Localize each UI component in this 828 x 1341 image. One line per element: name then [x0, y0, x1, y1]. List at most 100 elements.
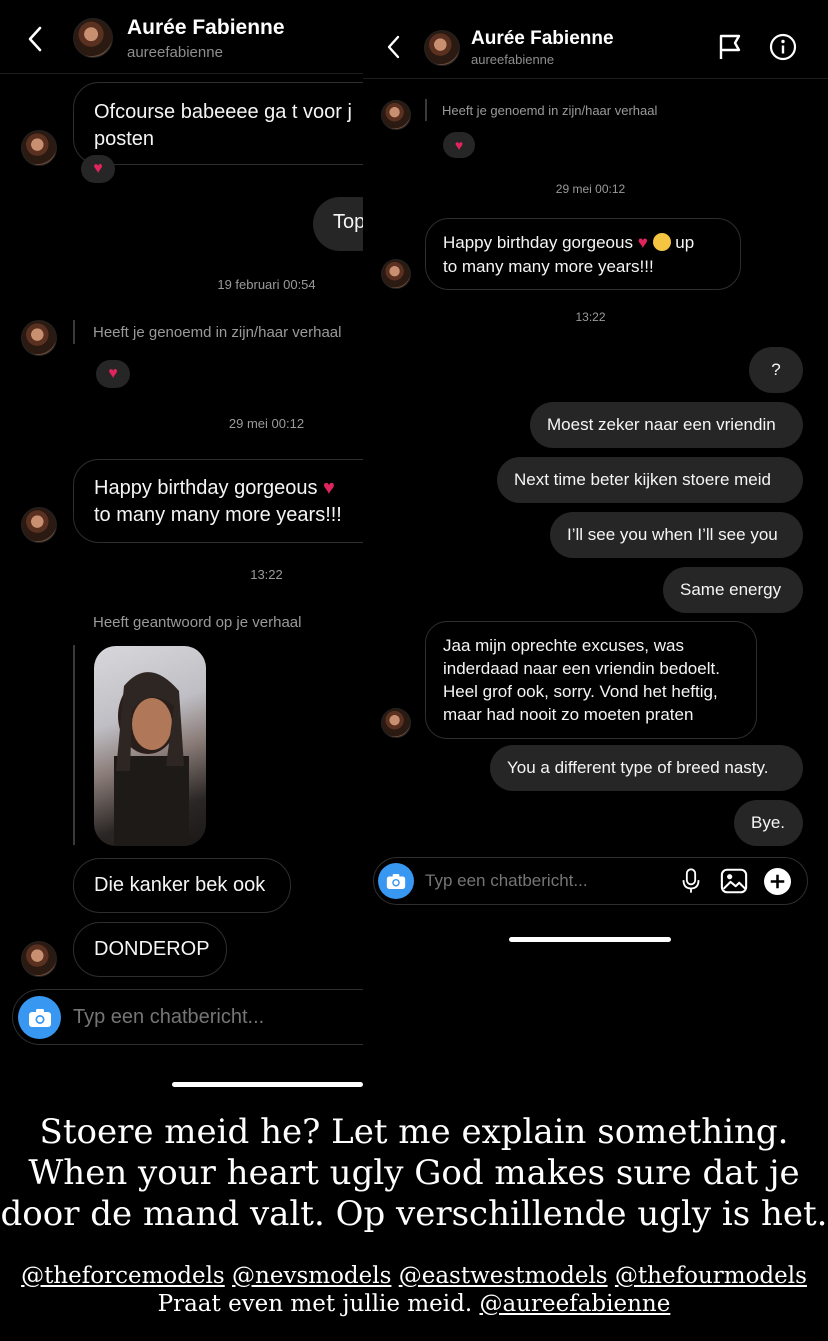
party-face-emoji-icon	[652, 233, 671, 251]
message-text: up	[675, 233, 695, 252]
mention-link[interactable]: @aureefabienne	[479, 1291, 670, 1317]
caption-line: door de mand valt. Op verschillende ugly…	[0, 1194, 828, 1234]
message-text: Next time beter kijken stoere meid	[514, 470, 771, 489]
received-message[interactable]: Die kanker bek ook	[73, 858, 291, 913]
header-divider	[0, 73, 363, 74]
camera-button[interactable]	[378, 863, 414, 899]
avatar[interactable]	[21, 320, 57, 356]
caption-text: Praat even met jullie meid.	[157, 1291, 473, 1317]
microphone-icon	[682, 868, 700, 893]
info-button[interactable]	[769, 33, 797, 61]
caption-mentions: @theforcemodels @nevsmodels @eastwestmod…	[0, 1262, 828, 1318]
message-text: Happy birthday gorgeous	[443, 233, 633, 252]
story-photo-icon	[114, 672, 189, 846]
header-divider	[363, 78, 828, 79]
quote-bar	[73, 320, 75, 344]
message-text: Happy birthday gorgeous	[94, 477, 318, 499]
received-message[interactable]: Happy birthday gorgeous ♥ to many many m…	[73, 459, 363, 543]
right-chat-screenshot: Aurée Fabienne aureefabienne Heeft je ge…	[363, 0, 828, 950]
message-text: Jaa mijn oprechte excuses, was	[443, 636, 684, 655]
contact-name[interactable]: Aurée Fabienne	[471, 28, 614, 50]
mention-link[interactable]: @theforcemodels	[21, 1263, 225, 1289]
avatar[interactable]	[381, 100, 411, 130]
flag-icon	[719, 34, 741, 59]
contact-name[interactable]: Aurée Fabienne	[127, 16, 285, 40]
message-text: ?	[771, 360, 781, 379]
timestamp: 13:22	[250, 567, 283, 582]
message-text: Top	[333, 211, 363, 233]
message-text: I’ll see you when I’ll see you	[567, 525, 778, 544]
avatar[interactable]	[21, 507, 57, 543]
message-text: DONDEROP	[94, 938, 210, 960]
sent-message[interactable]: I’ll see you when I’ll see you	[550, 512, 803, 558]
message-text: Ofcourse babeeee ga t voor j posten	[94, 101, 352, 150]
message-input[interactable]	[425, 869, 655, 893]
timestamp: 19 februari 00:54	[217, 277, 316, 292]
microphone-button[interactable]	[681, 867, 701, 895]
heart-emoji-icon: ♥	[632, 233, 653, 252]
info-icon	[769, 33, 797, 61]
heart-reaction[interactable]: ♥	[81, 155, 115, 183]
message-text: You a different type of breed nasty.	[507, 758, 769, 777]
message-text: inderdaad naar een vriendin bedoelt.	[443, 659, 720, 678]
received-message[interactable]: Jaa mijn oprechte excuses, was inderdaad…	[425, 621, 757, 739]
sent-message[interactable]: Top	[313, 197, 363, 251]
avatar[interactable]	[73, 18, 113, 58]
caption-line: When your heart ugly God makes sure dat …	[28, 1153, 800, 1193]
avatar[interactable]	[21, 941, 57, 977]
timestamp: 13:22	[575, 310, 606, 324]
left-chat-screenshot: Aurée Fabienne aureefabienne Ofcourse ba…	[0, 0, 363, 1060]
timestamp: 29 mei 00:12	[228, 416, 305, 431]
story-mention-text: Heeft je genoemd in zijn/haar verhaal	[442, 103, 658, 118]
heart-reaction[interactable]: ♥	[443, 132, 475, 158]
story-thumbnail[interactable]	[94, 646, 206, 846]
chevron-left-icon	[28, 26, 42, 52]
plus-icon	[770, 874, 785, 889]
chevron-left-icon	[387, 35, 400, 59]
report-button[interactable]	[717, 33, 743, 61]
sent-message[interactable]: You a different type of breed nasty.	[490, 745, 803, 791]
mention-link[interactable]: @nevsmodels	[232, 1263, 391, 1289]
sent-message[interactable]: Moest zeker naar een vriendin	[530, 402, 803, 448]
add-button[interactable]	[764, 868, 791, 895]
message-text: to many many more years!!!	[94, 504, 342, 526]
message-text: Die kanker bek ook	[94, 874, 266, 896]
received-message[interactable]: Happy birthday gorgeous ♥ up to many man…	[425, 218, 741, 290]
message-text: Bye.	[751, 813, 786, 832]
contact-handle: aureefabienne	[471, 52, 555, 67]
contact-handle: aureefabienne	[127, 44, 223, 61]
home-indicator[interactable]	[509, 937, 671, 942]
timestamp: 29 mei 00:12	[555, 182, 626, 196]
heart-emoji-icon: ♥	[317, 477, 335, 499]
message-text: maar had nooit zo moeten praten	[443, 705, 694, 724]
home-indicator[interactable]	[172, 1082, 363, 1087]
sent-message[interactable]: Next time beter kijken stoere meid	[497, 457, 803, 503]
gallery-button[interactable]	[720, 868, 748, 894]
back-button[interactable]	[384, 34, 404, 60]
message-text: to many many more years!!!	[443, 257, 654, 276]
story-mention-text: Heeft je genoemd in zijn/haar verhaal	[93, 324, 342, 341]
message-input[interactable]	[73, 1002, 353, 1032]
quote-bar	[425, 99, 427, 121]
story-caption: Stoere meid he? Let me explain something…	[0, 1112, 828, 1235]
heart-reaction[interactable]: ♥	[96, 360, 130, 388]
mention-link[interactable]: @eastwestmodels	[399, 1263, 608, 1289]
mention-link[interactable]: @thefourmodels	[615, 1263, 807, 1289]
received-message[interactable]: DONDEROP	[73, 922, 227, 977]
message-text: Heel grof ook, sorry. Vond het heftig,	[443, 682, 718, 701]
avatar[interactable]	[424, 30, 460, 66]
sent-message[interactable]: Same energy	[663, 567, 803, 613]
back-button[interactable]	[24, 24, 48, 54]
message-text: Same energy	[680, 580, 782, 599]
sent-message[interactable]: Bye.	[734, 800, 803, 846]
avatar[interactable]	[381, 259, 411, 289]
received-message[interactable]: Ofcourse babeeee ga t voor j posten	[73, 82, 363, 165]
camera-button[interactable]	[18, 996, 61, 1039]
camera-icon	[28, 1008, 51, 1027]
avatar[interactable]	[21, 130, 57, 166]
sent-message[interactable]: ?	[749, 347, 803, 393]
avatar[interactable]	[381, 708, 411, 738]
camera-icon	[386, 873, 406, 889]
image-icon	[720, 868, 748, 894]
message-text: Moest zeker naar een vriendin	[547, 415, 776, 434]
